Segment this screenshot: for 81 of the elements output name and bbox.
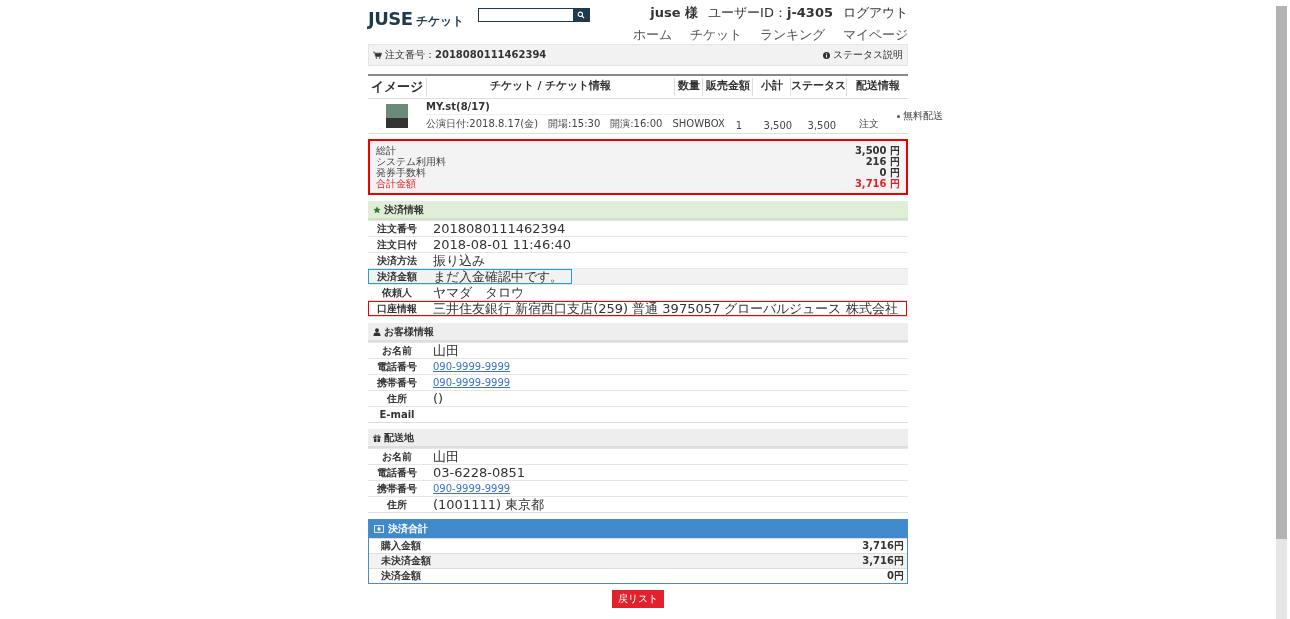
cash-icon <box>374 525 384 533</box>
field-label: 決済金額 <box>376 269 418 284</box>
star-icon <box>373 205 381 214</box>
phone-link[interactable]: 090-9999-9999 <box>425 377 519 388</box>
section-title: 配送地 <box>384 430 414 445</box>
field-label: 電話番号 <box>376 465 418 480</box>
field-value: ヤマダ タロウ <box>432 286 525 299</box>
field-label: お名前 <box>381 449 413 464</box>
field-value: 山田 <box>432 450 460 463</box>
summary-label: システム利用料 <box>376 156 446 167</box>
info-icon <box>823 51 830 59</box>
nav-link[interactable]: マイページ <box>843 26 908 44</box>
nav-link[interactable]: ランキング <box>760 26 825 44</box>
summary-value: 216 円 <box>865 156 900 167</box>
field-label: 依頼人 <box>381 285 413 300</box>
column-header: 配送情報 <box>846 78 908 96</box>
field-label: E-mail <box>378 409 416 420</box>
section-title: 決済合計 <box>388 522 428 536</box>
field-value: 振り込み <box>432 254 486 267</box>
ticket-info: 公演日付:2018.8.17(金) 開場:15:30 開演:16:00 SHOWBOX <box>426 114 725 131</box>
field-label: お名前 <box>381 343 413 358</box>
search-field[interactable] <box>477 8 590 22</box>
field-value: まだ入金確認中です。 <box>432 270 564 283</box>
person-icon <box>373 327 381 336</box>
section-title: お客様情報 <box>384 324 434 339</box>
logout-link[interactable]: ログアウト <box>843 4 908 22</box>
summary-label: 総計 <box>376 145 396 156</box>
summary-value: 3,500 円 <box>854 145 900 156</box>
phone-link[interactable]: 090-9999-9999 <box>425 361 519 372</box>
field-value: 山田 <box>432 344 460 357</box>
column-header: 販売金額 <box>702 78 752 96</box>
field-label: 口座情報 <box>376 301 418 316</box>
summary-value: 0 円 <box>879 167 900 178</box>
summary-label: 発券手数料 <box>376 167 426 178</box>
status: 注文 <box>857 117 880 131</box>
summary-value: 3,716 円 <box>854 178 900 189</box>
field-value: 2018-08-01 11:46:40 <box>432 238 573 251</box>
column-header: 小計 <box>752 78 790 96</box>
field-value: 三井住友銀行 新宿西口支店(259) 普通 3975057 グローバルジュース 株式会社 <box>432 302 899 315</box>
ticket-title: MY.st(8/17) <box>426 101 491 112</box>
total-value: 3,716円 <box>862 539 904 553</box>
field-label: 携帯番号 <box>376 375 418 390</box>
total-label: 決済金額 <box>381 569 421 583</box>
summary-label: 合計金額 <box>376 178 416 189</box>
total-label: 購入金額 <box>381 539 421 553</box>
field-label: 決済方法 <box>376 253 418 268</box>
field-value: () <box>432 392 445 405</box>
field-label: 注文番号 <box>376 221 418 236</box>
field-label: 注文日付 <box>376 237 418 252</box>
column-header: 数量 <box>674 78 702 96</box>
phone-link[interactable]: 090-9999-9999 <box>425 483 519 494</box>
order-number: 注文番号：2018080111462394 <box>385 48 547 62</box>
photo-placeholder <box>386 104 408 128</box>
column-header: イメージ <box>370 78 424 96</box>
logo[interactable]: JUSE チケット <box>368 8 464 30</box>
field-label: 住所 <box>386 391 408 406</box>
nav-link[interactable]: チケット <box>690 26 742 44</box>
field-label: 電話番号 <box>376 359 418 374</box>
quantity: 1 <box>734 120 744 131</box>
user-id: ユーザーID：j-4305 <box>708 4 833 22</box>
column-header: ステータス <box>790 78 846 96</box>
nav-link[interactable]: ホーム <box>633 26 672 44</box>
field-value: (1001111) 東京都 <box>432 498 546 511</box>
section-title: 決済情報 <box>384 202 424 217</box>
gift-icon <box>373 433 381 442</box>
bullet-icon <box>896 114 900 118</box>
total-label: 未決済金額 <box>381 554 431 568</box>
back-to-list-button[interactable]: 戻リスト <box>612 590 664 608</box>
price: 3,500 <box>762 120 794 131</box>
cart-icon <box>373 51 382 59</box>
status-help-link[interactable]: ステータス説明 <box>833 48 903 62</box>
user-name: juse 様 <box>650 4 699 22</box>
field-label: 携帯番号 <box>376 481 418 496</box>
total-value: 3,716円 <box>862 554 904 568</box>
field-value: 03-6228-0851 <box>432 466 527 479</box>
field-value: 2018080111462394 <box>432 222 567 235</box>
subtotal: 3,500 <box>806 120 838 131</box>
delivery-info: 無料配送 <box>902 110 943 121</box>
total-value: 0円 <box>887 569 904 583</box>
field-label: 住所 <box>386 497 408 512</box>
column-header: チケット / チケット情報 <box>426 78 674 96</box>
